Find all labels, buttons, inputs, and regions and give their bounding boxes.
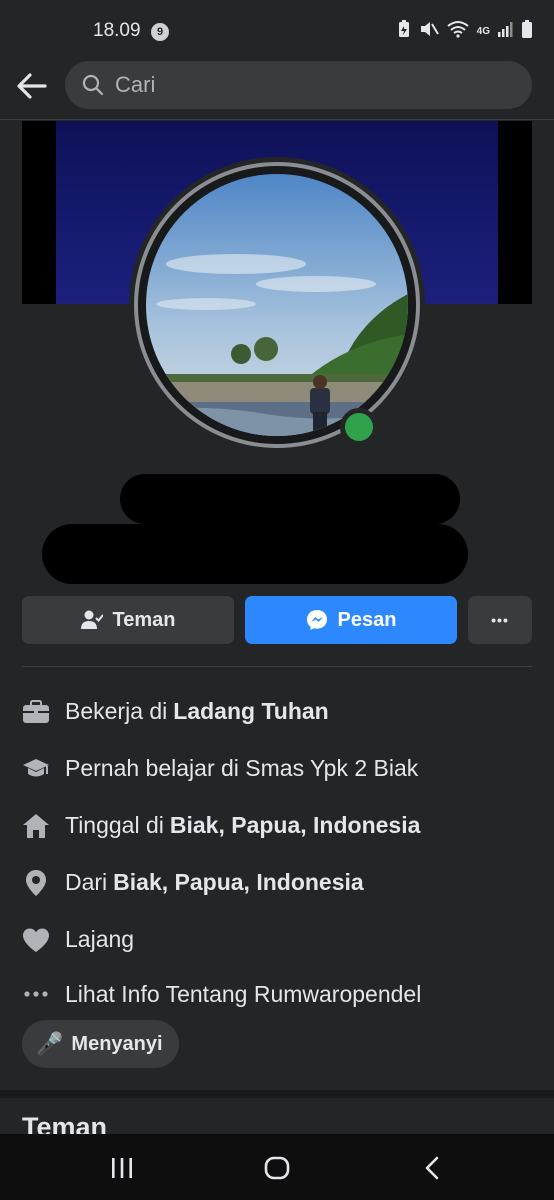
home-icon xyxy=(22,812,50,840)
microphone-icon: 🎤 xyxy=(36,1031,64,1056)
chevron-left-icon xyxy=(425,1156,439,1180)
online-status-indicator xyxy=(340,408,378,446)
messenger-icon xyxy=(306,610,327,630)
top-bar xyxy=(0,60,554,120)
hobby-label: Menyanyi xyxy=(71,1032,163,1055)
info-work-prefix: Bekerja di xyxy=(65,698,168,724)
system-back-button[interactable] xyxy=(412,1152,452,1184)
notification-count-badge: 9 xyxy=(151,23,169,41)
info-education[interactable]: Pernah belajar di Smas Ypk 2 Biak xyxy=(22,740,532,797)
more-dots-icon xyxy=(22,980,50,1008)
system-navigation-bar xyxy=(0,1134,554,1200)
friends-section-title: Teman xyxy=(22,1112,108,1136)
battery-icon xyxy=(522,20,532,43)
add-friend-icon xyxy=(80,610,103,629)
home-button[interactable] xyxy=(257,1152,297,1184)
graduation-cap-icon xyxy=(22,755,50,783)
search-box[interactable] xyxy=(65,61,532,109)
section-separator xyxy=(0,1090,554,1098)
mute-icon xyxy=(419,20,439,43)
profile-picture[interactable] xyxy=(146,174,408,436)
divider xyxy=(22,666,532,667)
info-relationship-text: Lajang xyxy=(65,926,135,952)
signal-icon xyxy=(498,21,514,42)
friends-button[interactable]: Teman xyxy=(22,596,234,644)
redacted-subtitle xyxy=(42,524,468,584)
back-arrow-icon xyxy=(17,73,47,99)
hobby-chip[interactable]: 🎤 Menyanyi xyxy=(22,1020,179,1068)
info-work-value: Ladang Tuhan xyxy=(173,698,329,724)
info-hometown-prefix: Dari xyxy=(65,869,108,895)
home-circle-icon xyxy=(264,1156,290,1180)
briefcase-icon xyxy=(22,698,50,726)
wifi-icon xyxy=(447,20,469,43)
recent-apps-button[interactable] xyxy=(102,1152,142,1184)
see-about-info-link[interactable]: Lihat Info Tentang Rumwaropendel xyxy=(22,968,532,1020)
info-current-city[interactable]: Tinggal di Biak, Papua, Indonesia xyxy=(22,797,532,854)
info-current-city-prefix: Tinggal di xyxy=(65,812,164,838)
info-current-city-value: Biak, Papua, Indonesia xyxy=(169,812,421,838)
more-options-button[interactable]: ••• xyxy=(468,596,532,644)
search-input[interactable] xyxy=(115,72,495,98)
friends-button-label: Teman xyxy=(112,608,176,631)
profile-photo-image xyxy=(146,174,408,436)
back-button[interactable] xyxy=(14,68,50,104)
info-hometown[interactable]: Dari Biak, Papua, Indonesia xyxy=(22,854,532,911)
intro-info-list: Bekerja di Ladang Tuhan Pernah belajar d… xyxy=(22,683,532,1020)
see-about-info-text: Lihat Info Tentang Rumwaropendel xyxy=(65,980,422,1007)
location-pin-icon xyxy=(22,869,50,897)
info-work[interactable]: Bekerja di Ladang Tuhan xyxy=(22,683,532,740)
profile-actions: Teman Pesan ••• xyxy=(22,596,532,644)
info-relationship[interactable]: Lajang xyxy=(22,911,532,968)
status-time: 18.09 xyxy=(93,20,141,41)
message-button[interactable]: Pesan xyxy=(245,596,457,644)
battery-saver-icon xyxy=(397,20,411,43)
message-button-label: Pesan xyxy=(337,608,397,631)
more-dots-icon: ••• xyxy=(491,612,509,628)
info-hometown-value: Biak, Papua, Indonesia xyxy=(113,869,364,895)
status-icons: 4G xyxy=(397,20,532,43)
network-type: 4G xyxy=(476,26,490,37)
redacted-name xyxy=(120,474,460,524)
heart-icon xyxy=(22,926,50,954)
recent-apps-icon xyxy=(112,1158,132,1178)
info-education-text: Pernah belajar di Smas Ypk 2 Biak xyxy=(65,755,419,781)
search-icon xyxy=(82,74,104,96)
status-bar: 18.09 9 4G xyxy=(0,0,554,60)
